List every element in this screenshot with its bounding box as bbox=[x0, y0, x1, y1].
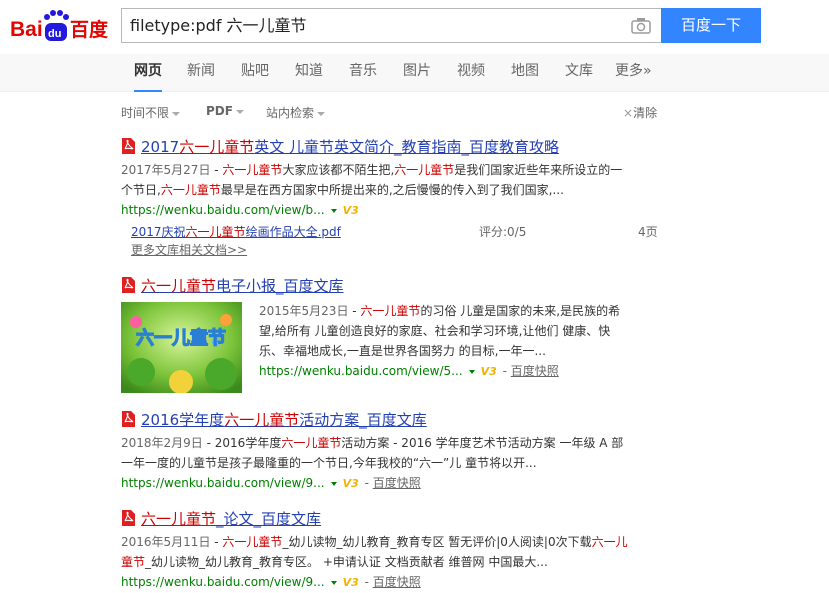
clear-filters[interactable]: ×清除 bbox=[623, 104, 657, 121]
result-abstract-line: 望,给所有 儿童创造良好的家庭、社会和学习环境,让他们 健康、快 bbox=[259, 324, 611, 338]
close-icon: × bbox=[623, 106, 634, 120]
result-abstract: 2017年5月27日 - 六一儿童节大家应该都不陌生把,六一儿童节是我们国家近些… bbox=[121, 163, 623, 177]
v3-badge-icon: V3 bbox=[480, 365, 497, 378]
tab-music[interactable]: 音乐 bbox=[349, 54, 377, 92]
v3-badge-icon: V3 bbox=[342, 204, 359, 217]
paw-icon: du bbox=[44, 10, 69, 41]
result-title: 六一儿童节_论文_百度文库 bbox=[121, 509, 661, 529]
result-url[interactable]: https://wenku.baidu.com/view/5... V3 - 百度… bbox=[259, 361, 661, 382]
result-thumbnail[interactable]: 六一儿童节 bbox=[121, 302, 242, 393]
search-result: 2016学年度六一儿童节活动方案_百度文库 2018年2月9日 - 2016学年… bbox=[121, 410, 661, 494]
chevron-down-icon bbox=[235, 109, 244, 114]
logo-text-du: du bbox=[48, 28, 61, 40]
search-input[interactable] bbox=[130, 9, 600, 42]
doc-score: 评分:0/5 bbox=[479, 225, 527, 239]
tab-tieba[interactable]: 贴吧 bbox=[241, 54, 269, 92]
doc-pages: 4页 bbox=[638, 225, 658, 239]
result-url[interactable]: https://wenku.baidu.com/view/9... V3 - 百度… bbox=[121, 572, 661, 593]
pdf-icon bbox=[121, 277, 135, 293]
tab-zhidao[interactable]: 知道 bbox=[295, 54, 323, 92]
camera-icon[interactable] bbox=[631, 17, 651, 34]
filetype-filter-label: PDF bbox=[206, 104, 233, 118]
time-filter[interactable]: 时间不限 bbox=[121, 104, 181, 121]
search-button[interactable]: 百度一下 bbox=[661, 8, 761, 43]
logo-text-bai: Bai bbox=[10, 18, 43, 41]
result-abstract: 2016年5月11日 - 六一儿童节_幼儿读物_幼儿教育_教育专区 暂无评价|0… bbox=[121, 535, 628, 549]
tab-images[interactable]: 图片 bbox=[403, 54, 431, 92]
result-title-link[interactable]: 六一儿童节_论文_百度文库 bbox=[141, 510, 321, 528]
result-abstract-line: 个节日,六一儿童节最早是在西方国家中所提出来的,之后慢慢的传入到了我们国家,..… bbox=[121, 183, 564, 197]
search-tools: 时间不限 PDF 站内检索 ×清除 bbox=[0, 100, 829, 122]
search-tabs: 网页 新闻 贴吧 知道 音乐 图片 视频 地图 文库 更多» bbox=[0, 54, 829, 92]
tab-web[interactable]: 网页 bbox=[134, 54, 162, 92]
result-abstract-line: 一年一度的儿童节是孩子最隆重的一个节日,今年我校的“六一”儿 童节将以开... bbox=[121, 456, 537, 470]
time-filter-label: 时间不限 bbox=[121, 106, 170, 120]
more-docs: 更多文库相关文档>> bbox=[131, 241, 661, 260]
snapshot-link[interactable]: 百度快照 bbox=[373, 476, 421, 490]
baidu-logo[interactable]: Bai du 百度 bbox=[10, 8, 114, 44]
snapshot-link[interactable]: 百度快照 bbox=[511, 364, 559, 378]
result-abstract-line: 童节_幼儿读物_幼儿教育_教育专区。 +申请认证 文档贡献者 维普网 中国最大.… bbox=[121, 555, 548, 569]
chevron-down-icon[interactable] bbox=[468, 369, 475, 374]
more-docs-link[interactable]: 更多文库相关文档>> bbox=[131, 243, 247, 257]
result-abstract-line: 乐、幸福地成长,一直是世界各国努力 的目标,一年一... bbox=[259, 344, 546, 358]
chevron-down-icon bbox=[317, 111, 326, 116]
snapshot-link[interactable]: 百度快照 bbox=[373, 575, 421, 589]
related-doc-link[interactable]: 2017庆祝六一儿童节绘画作品大全.pdf bbox=[131, 225, 341, 239]
site-search-filter[interactable]: 站内检索 bbox=[266, 104, 326, 121]
tab-more[interactable]: 更多» bbox=[615, 54, 652, 92]
header: Bai du 百度 百度一下 bbox=[0, 0, 829, 54]
pdf-icon bbox=[121, 138, 135, 154]
tab-map[interactable]: 地图 bbox=[511, 54, 539, 92]
search-result: 六一儿童节_论文_百度文库 2016年5月11日 - 六一儿童节_幼儿读物_幼儿… bbox=[121, 509, 661, 593]
result-body: 2015年5月23日 - 六一儿童节的习俗 儿童是国家的未来,是民族的希 望,给… bbox=[259, 298, 661, 382]
clear-label: 清除 bbox=[633, 106, 658, 120]
result-title: 六一儿童节电子小报_百度文库 bbox=[121, 276, 661, 296]
pdf-icon bbox=[121, 411, 135, 427]
tab-wenku[interactable]: 文库 bbox=[565, 54, 593, 92]
v3-badge-icon: V3 bbox=[342, 477, 359, 490]
tab-video[interactable]: 视频 bbox=[457, 54, 485, 92]
result-title: 2016学年度六一儿童节活动方案_百度文库 bbox=[121, 410, 661, 430]
result-title-link[interactable]: 六一儿童节电子小报_百度文库 bbox=[141, 277, 344, 295]
result-url[interactable]: https://wenku.baidu.com/view/b... V3 bbox=[121, 200, 661, 221]
v3-badge-icon: V3 bbox=[342, 576, 359, 589]
search-result: 2017六一儿童节英文 儿童节英文简介_教育指南_百度教育攻略 2017年5月2… bbox=[121, 137, 661, 260]
chevron-down-icon bbox=[172, 111, 181, 116]
result-title: 2017六一儿童节英文 儿童节英文简介_教育指南_百度教育攻略 bbox=[121, 137, 661, 157]
result-abstract: 2015年5月23日 - 六一儿童节的习俗 儿童是国家的未来,是民族的希 bbox=[259, 304, 621, 318]
related-doc-row: 2017庆祝六一儿童节绘画作品大全.pdf 评分:0/5 4页 bbox=[131, 223, 661, 241]
search-box bbox=[121, 8, 661, 43]
thumbnail-text: 六一儿童节 bbox=[136, 327, 226, 349]
logo-text-baidu: 百度 bbox=[70, 18, 109, 41]
pdf-icon bbox=[121, 510, 135, 526]
result-title-link[interactable]: 2017六一儿童节英文 儿童节英文简介_教育指南_百度教育攻略 bbox=[141, 138, 559, 156]
result-url[interactable]: https://wenku.baidu.com/view/9... V3 - 百度… bbox=[121, 473, 661, 494]
search-result: 六一儿童节电子小报_百度文库 六一儿童节 2015年5月23日 - 六一儿童节的… bbox=[121, 276, 661, 393]
tab-news[interactable]: 新闻 bbox=[187, 54, 215, 92]
chevron-down-icon[interactable] bbox=[330, 481, 337, 486]
site-search-label: 站内检索 bbox=[266, 106, 315, 120]
chevron-down-icon[interactable] bbox=[330, 580, 337, 585]
result-title-link[interactable]: 2016学年度六一儿童节活动方案_百度文库 bbox=[141, 411, 427, 429]
result-abstract: 2018年2月9日 - 2016学年度六一儿童节活动方案 - 2016 学年度艺… bbox=[121, 436, 624, 450]
filetype-filter[interactable]: PDF bbox=[206, 104, 244, 118]
chevron-down-icon[interactable] bbox=[330, 208, 337, 213]
